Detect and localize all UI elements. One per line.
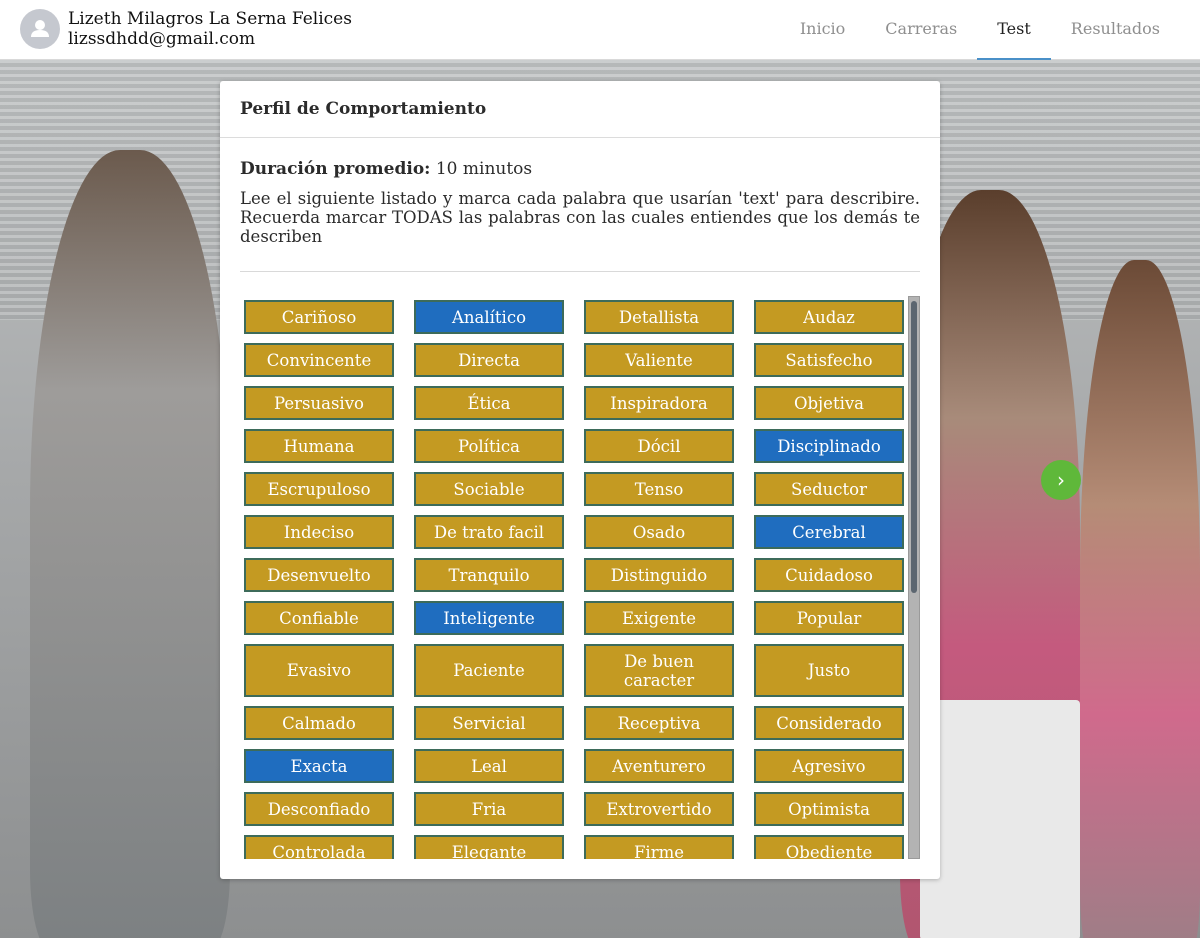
user-silhouette-icon [31, 20, 49, 37]
word-option-button[interactable]: Paciente [414, 644, 564, 697]
duration-label: Duración promedio: [240, 159, 431, 179]
word-option-button[interactable]: Aventurero [584, 749, 734, 783]
word-option-button[interactable]: Audaz [754, 300, 904, 334]
scrollbar-thumb[interactable] [911, 301, 917, 593]
background-person-left [30, 150, 230, 938]
word-option-button[interactable]: Exigente [584, 601, 734, 635]
word-option-button[interactable]: Inspiradora [584, 386, 734, 420]
word-option-button[interactable]: Cuidadoso [754, 558, 904, 592]
word-option-button[interactable]: Detallista [584, 300, 734, 334]
nav-item-inicio[interactable]: Inicio [780, 0, 865, 60]
word-option-button[interactable]: Distinguido [584, 558, 734, 592]
word-option-button[interactable]: Sociable [414, 472, 564, 506]
nav-item-resultados[interactable]: Resultados [1051, 0, 1180, 60]
word-option-button[interactable]: Leal [414, 749, 564, 783]
word-option-button[interactable]: Ética [414, 386, 564, 420]
user-email: lizssdhdd@gmail.com [68, 29, 256, 49]
word-option-button[interactable]: De trato facil [414, 515, 564, 549]
word-option-button[interactable]: Desenvuelto [244, 558, 394, 592]
word-option-button[interactable]: Política [414, 429, 564, 463]
word-option-button[interactable]: Justo [754, 644, 904, 697]
word-option-button[interactable]: Seductor [754, 472, 904, 506]
word-option-button[interactable]: Tenso [584, 472, 734, 506]
word-option-button[interactable]: Cariñoso [244, 300, 394, 334]
next-button[interactable]: › [1041, 460, 1081, 500]
card-title: Perfil de Comportamiento [240, 99, 487, 119]
nav-item-carreras[interactable]: Carreras [865, 0, 977, 60]
card-header: Perfil de Comportamiento [220, 81, 940, 138]
word-option-button[interactable]: Evasivo [244, 644, 394, 697]
word-option-button[interactable]: Dócil [584, 429, 734, 463]
word-option-button[interactable]: Servicial [414, 706, 564, 740]
word-list-scroll-area[interactable]: Cariñoso Analítico Detallista Audaz Convince… [240, 296, 920, 859]
word-option-button[interactable]: Humana [244, 429, 394, 463]
avatar[interactable] [20, 9, 60, 49]
duration-line: Duración promedio: 10 minutos [240, 158, 920, 180]
user-name: Lizeth Milagros La Serna Felices [68, 9, 352, 29]
word-option-button[interactable]: Analítico [414, 300, 564, 334]
word-option-button[interactable]: Tranquilo [414, 558, 564, 592]
card-body: Duración promedio: 10 minutos Lee el sig… [220, 138, 940, 272]
instructions-text: Lee el siguiente listado y marca cada pa… [240, 189, 920, 246]
word-option-button[interactable]: Directa [414, 343, 564, 377]
word-option-button[interactable]: De buen caracter [584, 644, 734, 697]
nav-item-test[interactable]: Test [977, 0, 1051, 60]
word-option-button[interactable]: Persuasivo [244, 386, 394, 420]
word-option-button[interactable]: Popular [754, 601, 904, 635]
duration-value: 10 minutos [435, 159, 533, 179]
word-option-button[interactable]: Osado [584, 515, 734, 549]
word-option-button[interactable]: Cerebral [754, 515, 904, 549]
word-option-button[interactable]: Controlada [244, 835, 394, 859]
word-option-button[interactable]: Elegante [414, 835, 564, 859]
word-option-button[interactable]: Receptiva [584, 706, 734, 740]
word-option-button[interactable]: Valiente [584, 343, 734, 377]
word-option-button[interactable]: Objetiva [754, 386, 904, 420]
word-option-button[interactable]: Escrupuloso [244, 472, 394, 506]
word-option-button[interactable]: Considerado [754, 706, 904, 740]
test-card: Perfil de Comportamiento Duración promed… [220, 81, 940, 879]
word-option-button[interactable]: Convincente [244, 343, 394, 377]
word-grid: Cariñoso Analítico Detallista Audaz Convince… [244, 300, 904, 859]
word-option-button[interactable]: Fria [414, 792, 564, 826]
chevron-right-icon: › [1057, 468, 1065, 492]
word-option-button[interactable]: Desconfiado [244, 792, 394, 826]
word-option-button[interactable]: Agresivo [754, 749, 904, 783]
word-option-button[interactable]: Firme [584, 835, 734, 859]
top-navigation-bar: Lizeth Milagros La Serna Felices lizssdh… [0, 0, 1200, 60]
word-option-button[interactable]: Inteligente [414, 601, 564, 635]
word-option-button[interactable]: Satisfecho [754, 343, 904, 377]
word-option-button[interactable]: Disciplinado [754, 429, 904, 463]
question-sign [920, 700, 1080, 938]
word-option-button[interactable]: Exacta [244, 749, 394, 783]
word-option-button[interactable]: Obediente [754, 835, 904, 859]
divider [240, 271, 920, 272]
word-option-button[interactable]: Optimista [754, 792, 904, 826]
word-option-button[interactable]: Indeciso [244, 515, 394, 549]
background-person-far-right [1080, 260, 1200, 938]
scrollbar-track[interactable] [908, 296, 920, 859]
word-option-button[interactable]: Confiable [244, 601, 394, 635]
word-option-button[interactable]: Calmado [244, 706, 394, 740]
main-nav: Inicio Carreras Test Resultados [780, 0, 1180, 60]
word-option-button[interactable]: Extrovertido [584, 792, 734, 826]
